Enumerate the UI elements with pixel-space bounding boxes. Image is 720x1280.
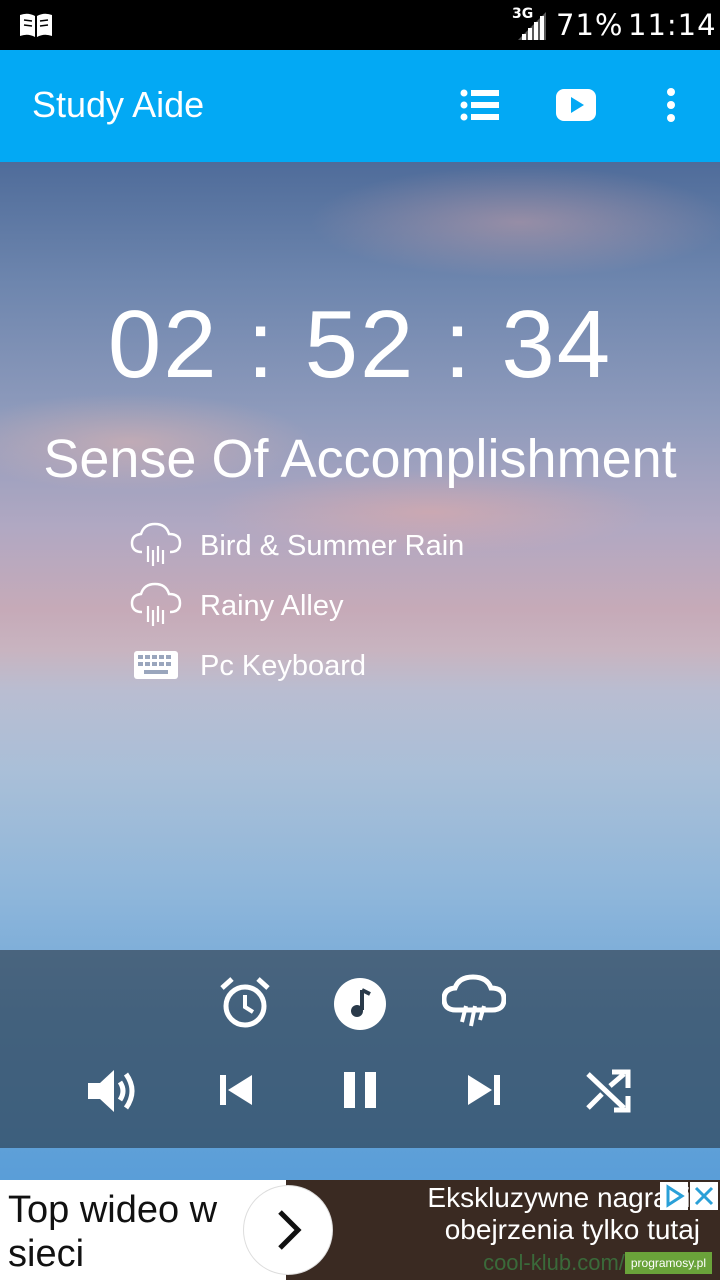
rain-cloud-icon (130, 522, 182, 576)
app-title: Study Aide (32, 84, 205, 125)
book-icon (18, 12, 54, 42)
alarm-icon[interactable] (218, 976, 272, 1034)
sound-label: Pc Keyboard (200, 650, 367, 682)
adchoices-icon[interactable] (660, 1182, 688, 1210)
list-icon[interactable] (460, 88, 500, 126)
volume-icon[interactable] (86, 1066, 140, 1120)
app-bar: Study Aide (0, 50, 720, 162)
signal-icon (512, 8, 548, 46)
ad-open-button[interactable] (244, 1186, 332, 1274)
ad-line-2: obejrzenia tylko tutaj (444, 1214, 700, 1245)
mix-title: Sense Of Accomplishment (43, 429, 677, 489)
chevron-right-icon (278, 1210, 302, 1250)
ad-banner[interactable]: Top wideo w sieci Ekskluzywne nagrania o… (0, 1180, 720, 1280)
battery-percent: 71% (556, 8, 624, 42)
player-controls (0, 950, 720, 1148)
status-bar: 3G 71% 11:14 (0, 0, 720, 50)
close-icon[interactable] (690, 1182, 718, 1210)
clock: 11:14 (628, 8, 717, 42)
ad-headline: Top wideo w sieci (8, 1189, 218, 1275)
ad-image[interactable]: Ekskluzywne nagrania obejrzenia tylko tu… (286, 1180, 720, 1280)
music-note-icon[interactable] (332, 976, 388, 1036)
shuffle-icon[interactable] (584, 1068, 632, 1118)
keyboard-icon (130, 642, 182, 696)
rain-cloud-icon[interactable] (441, 974, 507, 1036)
play-video-icon[interactable] (556, 88, 596, 126)
ad-badge: programosy.pl (624, 1252, 712, 1274)
skip-next-icon[interactable] (466, 1072, 502, 1112)
more-vert-icon[interactable] (664, 88, 678, 126)
pause-icon[interactable] (342, 1070, 378, 1114)
countdown-timer: 02 : 52 : 34 (107, 291, 613, 398)
skip-previous-icon[interactable] (218, 1072, 254, 1112)
sound-label: Rainy Alley (200, 590, 344, 622)
sound-label: Bird & Summer Rain (200, 530, 465, 562)
rain-cloud-icon (130, 582, 182, 636)
